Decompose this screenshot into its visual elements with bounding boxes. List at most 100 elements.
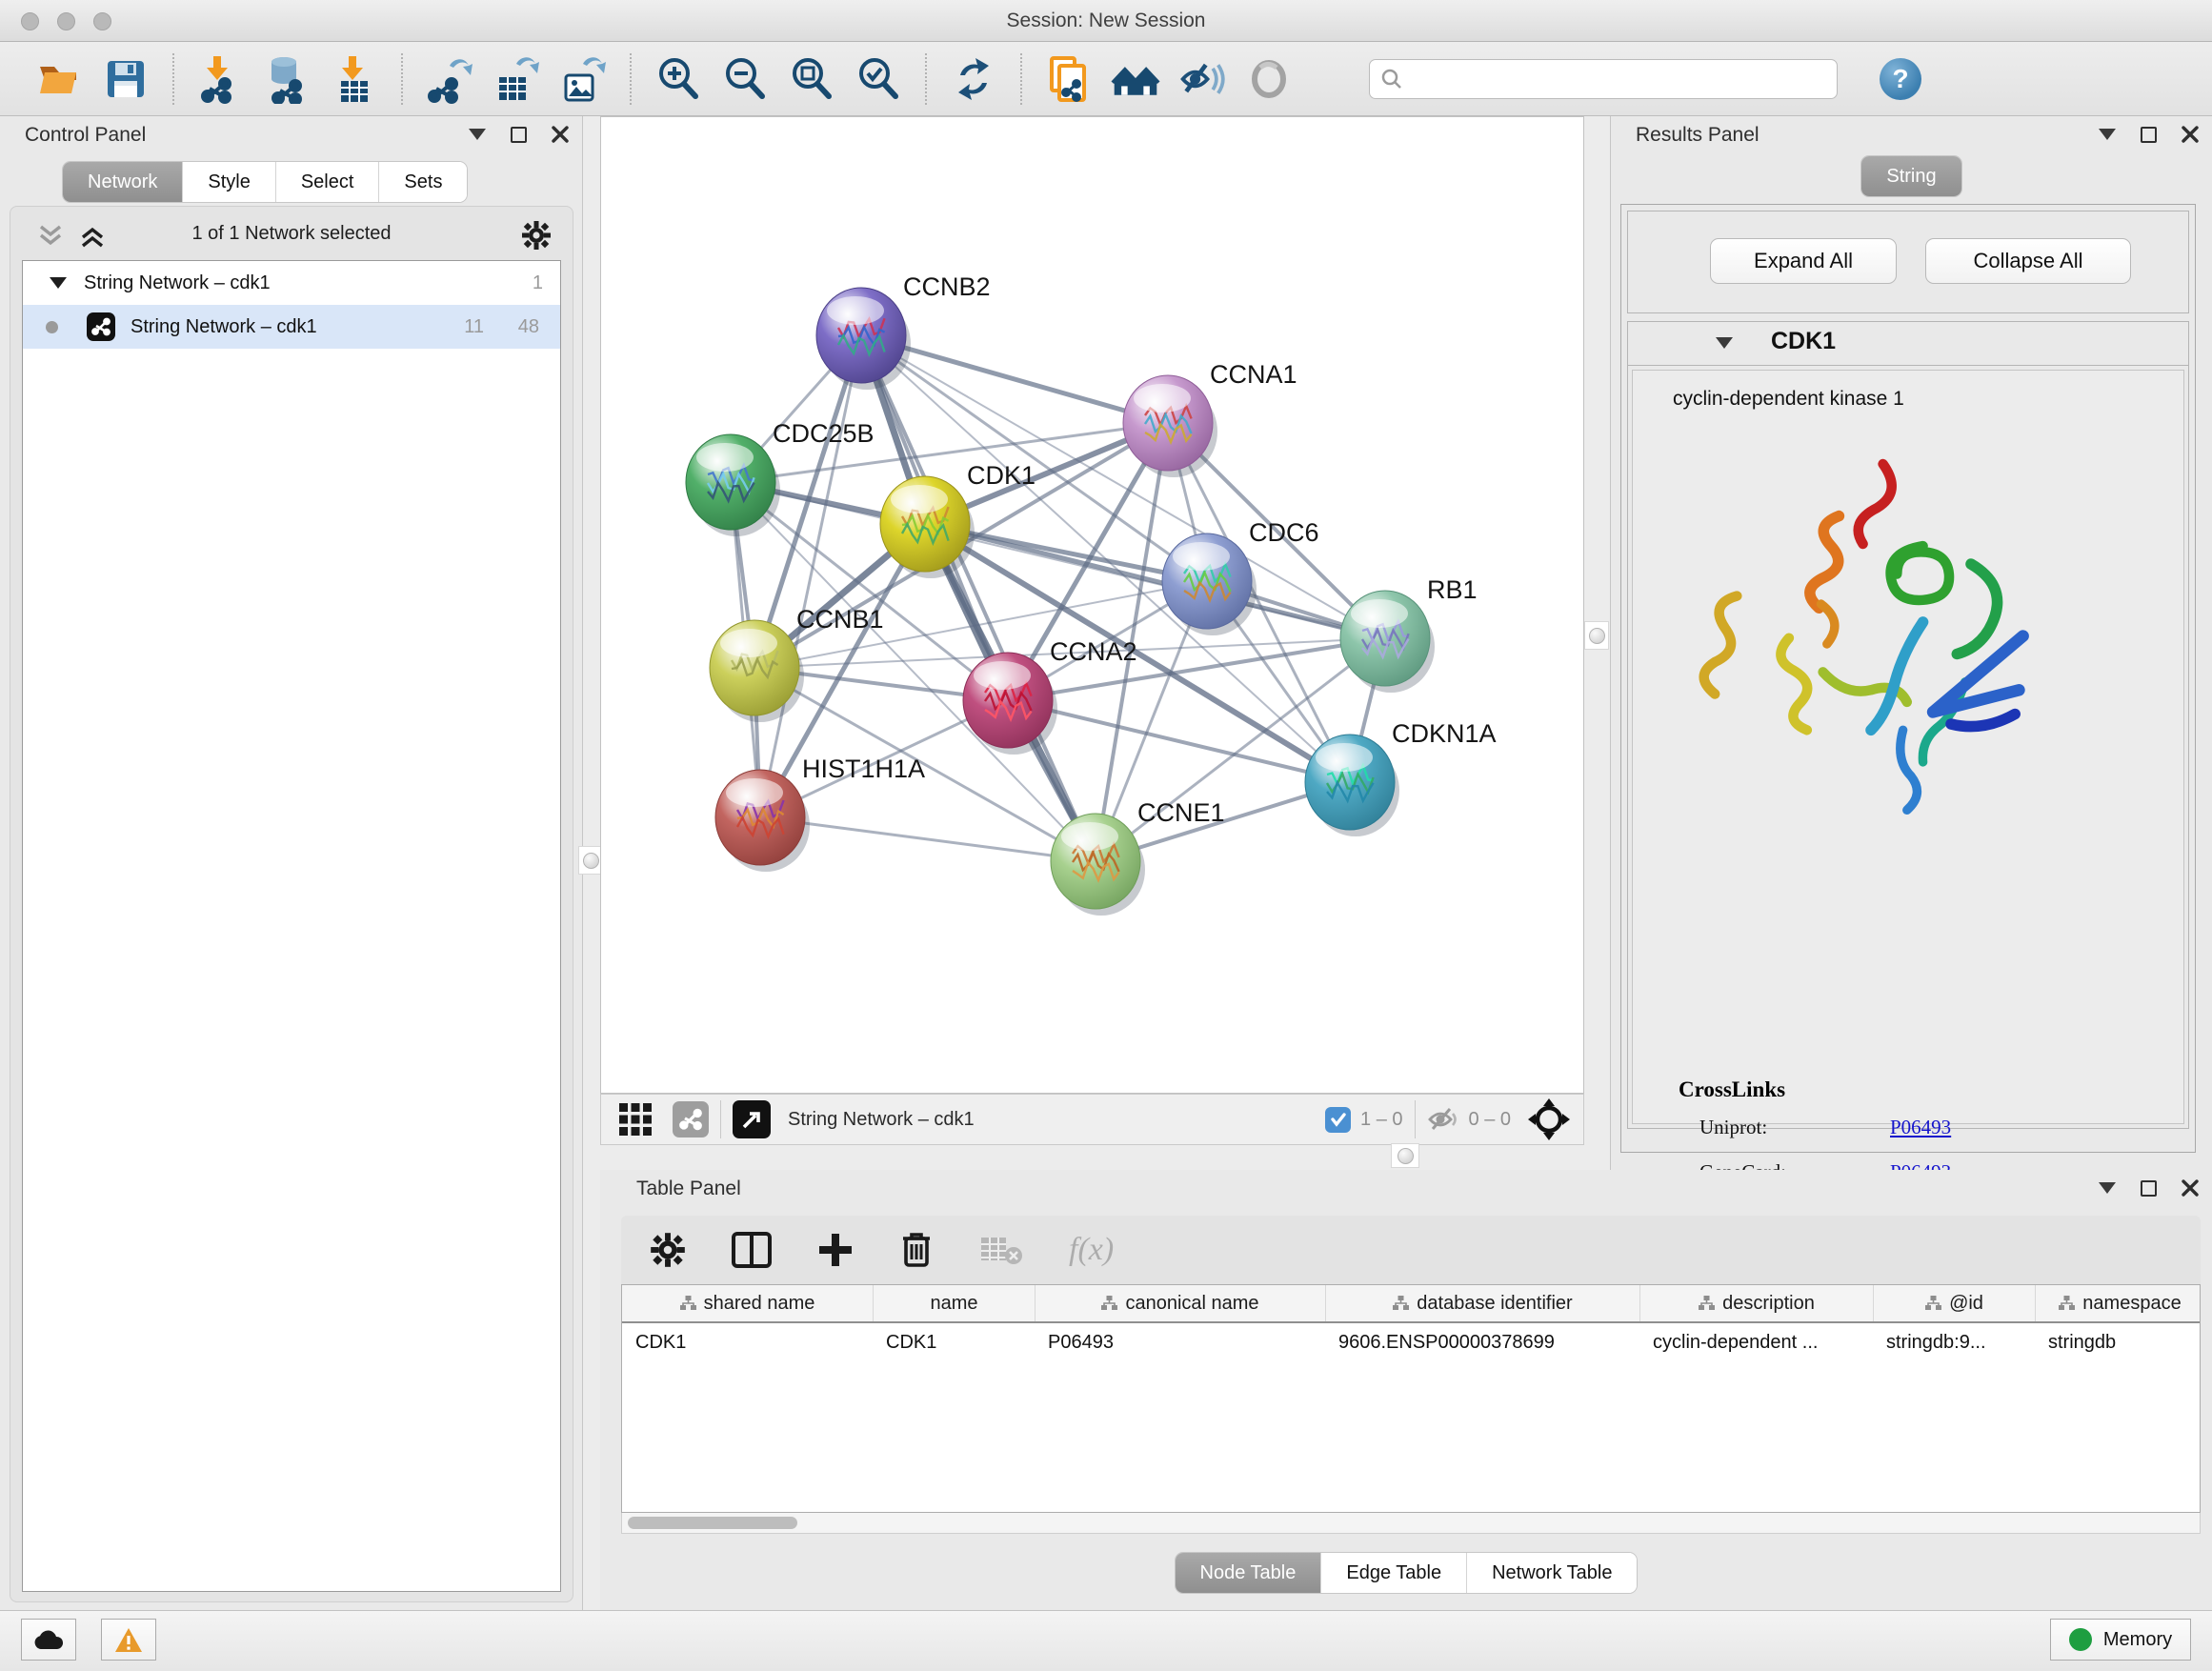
scrollbar-thumb[interactable] (628, 1517, 797, 1529)
splitter-knob[interactable] (1398, 1148, 1414, 1164)
network-share-icon[interactable] (673, 1101, 709, 1137)
cell--id[interactable]: stringdb:9... (1873, 1323, 2035, 1361)
panel-float-icon[interactable] (511, 127, 527, 143)
zoom-in-icon[interactable] (654, 54, 703, 104)
export-image-icon[interactable] (558, 54, 608, 104)
panel-float-icon[interactable] (2141, 1180, 2157, 1197)
column-header-database-identifier[interactable]: database identifier (1325, 1285, 1639, 1321)
column-header-namespace[interactable]: namespace (2035, 1285, 2201, 1321)
save-session-icon[interactable] (101, 54, 151, 104)
panel-collapse-icon[interactable] (2099, 1182, 2116, 1194)
network-node-CCNA1[interactable]: CCNA1 (1123, 360, 1297, 477)
hide-graphics-details-icon[interactable] (1177, 54, 1227, 104)
network-node-CDC25B[interactable]: CDC25B (686, 419, 875, 536)
birdseye-view-icon[interactable] (733, 1100, 771, 1138)
add-column-icon[interactable] (817, 1232, 854, 1268)
network-node-CCNB2[interactable]: CCNB2 (816, 272, 991, 390)
cell-name[interactable]: CDK1 (873, 1323, 1035, 1361)
column-header-shared-name[interactable]: shared name (622, 1285, 873, 1321)
show-all-icon[interactable] (1111, 54, 1160, 104)
network-canvas[interactable]: CCNB2CCNA1CDC25BCDK1CDC6RB1CCNB1CCNA2CDK… (600, 116, 1584, 1094)
split-columns-icon[interactable] (732, 1232, 772, 1268)
crosslink-uniprot[interactable]: P06493 (1890, 1116, 1951, 1139)
network-edge-HIST1H1A-CCNE1[interactable] (760, 817, 1096, 861)
tab-string[interactable]: String (1861, 156, 1961, 196)
selected-count: 1 – 0 (1325, 1107, 1402, 1133)
pan-crosshair-icon[interactable] (1528, 1098, 1570, 1140)
cell-namespace[interactable]: stringdb (2035, 1323, 2201, 1361)
import-network-database-icon[interactable] (263, 54, 312, 104)
tab-network[interactable]: Network (63, 162, 182, 202)
panel-close-icon[interactable] (2182, 126, 2199, 143)
node-label-CDKN1A: CDKN1A (1392, 719, 1497, 748)
column-header-name[interactable]: name (873, 1285, 1035, 1321)
table-row[interactable]: CDK1CDK1P064939606.ENSP00000378699cyclin… (622, 1323, 2200, 1361)
network-edge-CCNA2-CDKN1A[interactable] (1008, 700, 1350, 782)
selected-checkbox-icon[interactable] (1325, 1107, 1351, 1133)
cell-canonical-name[interactable]: P06493 (1035, 1323, 1325, 1361)
gear-icon[interactable] (650, 1232, 686, 1268)
import-network-file-icon[interactable] (196, 54, 246, 104)
panel-close-icon[interactable] (552, 126, 569, 143)
left-splitter[interactable] (583, 116, 600, 1610)
zoom-fit-icon[interactable] (787, 54, 836, 104)
refresh-icon[interactable] (949, 54, 998, 104)
gear-icon[interactable] (521, 220, 552, 251)
network-edge-count: 48 (518, 316, 539, 338)
panel-float-icon[interactable] (2141, 127, 2157, 143)
expand-all-button[interactable]: Expand All (1710, 238, 1897, 284)
splitter-knob[interactable] (1589, 628, 1605, 644)
tab-select[interactable]: Select (275, 162, 379, 202)
section-expander-icon[interactable] (1716, 337, 1733, 349)
bottom-splitter[interactable] (600, 1145, 1584, 1170)
cell-description[interactable]: cyclin-dependent ... (1639, 1323, 1873, 1361)
open-session-icon[interactable] (34, 54, 84, 104)
help-icon[interactable]: ? (1880, 58, 1921, 100)
network-collection-row[interactable]: String Network – cdk1 1 (23, 261, 560, 305)
collapse-all-button[interactable]: Collapse All (1925, 238, 2131, 284)
grid-view-icon[interactable] (616, 1100, 654, 1138)
tab-node-table[interactable]: Node Table (1176, 1553, 1321, 1593)
function-builder-icon[interactable]: f(x) (1069, 1232, 1114, 1268)
delete-column-icon[interactable] (899, 1231, 934, 1269)
presentation-mode-icon[interactable] (1244, 54, 1294, 104)
splitter-knob[interactable] (583, 853, 599, 869)
copy-style-icon[interactable] (1044, 54, 1094, 104)
zoom-out-icon[interactable] (720, 54, 770, 104)
panel-collapse-icon[interactable] (469, 129, 486, 140)
tab-edge-table[interactable]: Edge Table (1320, 1553, 1466, 1593)
tab-network-table[interactable]: Network Table (1466, 1553, 1637, 1593)
network-node-CDK1[interactable]: CDK1 (880, 461, 1036, 578)
column-header--id[interactable]: @id (1873, 1285, 2035, 1321)
cdk1-section-header[interactable]: CDK1 (1628, 322, 2188, 366)
node-label-CCNB2: CCNB2 (903, 272, 991, 301)
delete-table-icon[interactable] (979, 1234, 1023, 1266)
network-node-CDKN1A[interactable]: CDKN1A (1305, 719, 1497, 836)
network-node-RB1[interactable]: RB1 (1340, 575, 1478, 693)
column-header-canonical-name[interactable]: canonical name (1035, 1285, 1325, 1321)
network-row[interactable]: String Network – cdk1 11 48 (23, 305, 560, 349)
export-network-icon[interactable] (425, 54, 474, 104)
network-edge-CCNB2-HIST1H1A[interactable] (760, 335, 861, 817)
export-table-icon[interactable] (492, 54, 541, 104)
tab-sets[interactable]: Sets (378, 162, 467, 202)
toolbar-separator (630, 53, 632, 105)
memory-button[interactable]: Memory (2050, 1619, 2191, 1661)
zoom-selected-icon[interactable] (854, 54, 903, 104)
right-splitter[interactable] (1584, 116, 1610, 1170)
network-node-HIST1H1A[interactable]: HIST1H1A (715, 755, 925, 872)
panel-close-icon[interactable] (2182, 1179, 2199, 1197)
node-label-CCNA2: CCNA2 (1050, 637, 1137, 666)
node-table[interactable]: shared namenamecanonical namedatabase id… (621, 1284, 2201, 1513)
import-table-icon[interactable] (330, 54, 379, 104)
horizontal-scrollbar[interactable] (621, 1513, 2201, 1534)
column-header-description[interactable]: description (1639, 1285, 1873, 1321)
panel-collapse-icon[interactable] (2099, 129, 2116, 140)
tab-style[interactable]: Style (182, 162, 274, 202)
cell-shared-name[interactable]: CDK1 (622, 1323, 873, 1361)
cloud-button[interactable] (21, 1619, 76, 1661)
search-input[interactable] (1369, 59, 1838, 99)
tree-expander-icon[interactable] (50, 277, 67, 289)
warning-button[interactable] (101, 1619, 156, 1661)
cell-database-identifier[interactable]: 9606.ENSP00000378699 (1325, 1323, 1639, 1361)
